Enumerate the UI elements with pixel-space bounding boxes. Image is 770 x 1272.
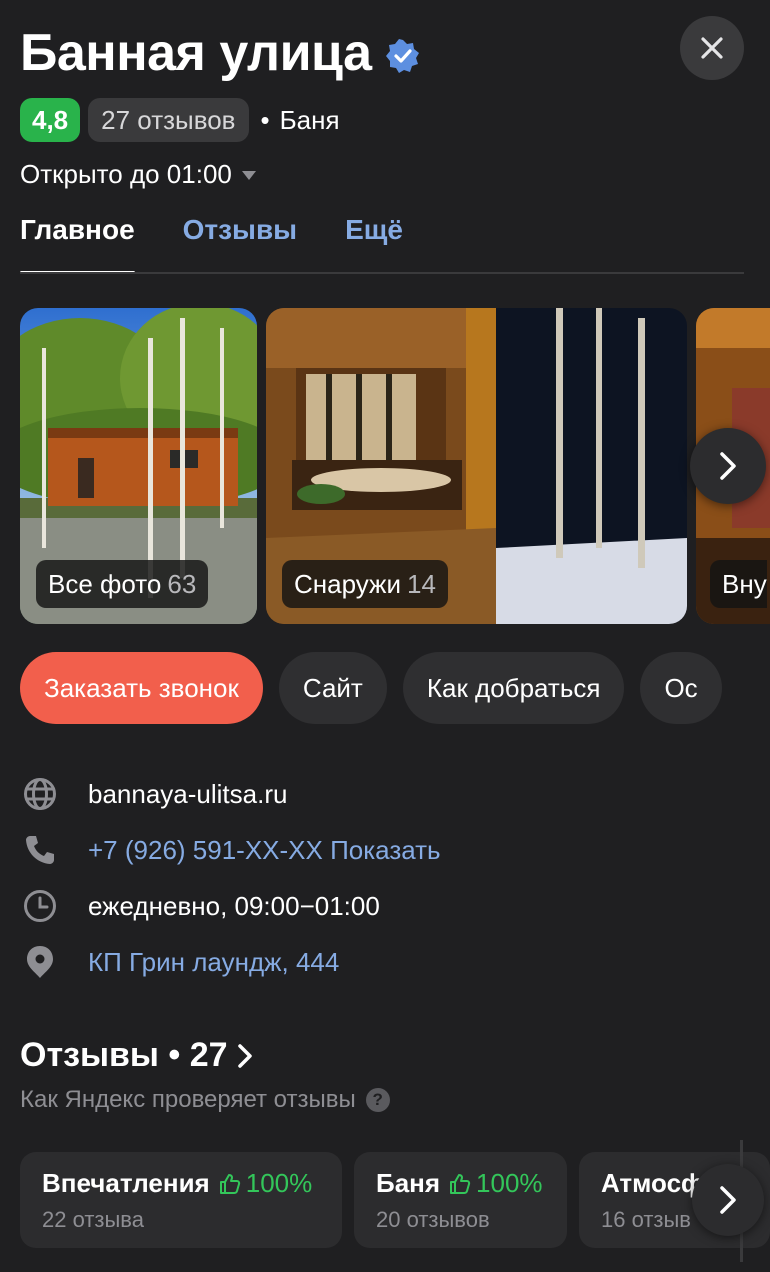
website-row[interactable]: bannaya-ulitsa.ru xyxy=(20,774,287,814)
schedule-text: ежедневно, 09:00−01:00 xyxy=(88,890,380,921)
aspect-name: Атмосф xyxy=(601,1168,704,1198)
website-button[interactable]: Сайт xyxy=(278,652,387,724)
more-action-button[interactable]: Ос xyxy=(640,652,722,724)
phone-row[interactable]: +7 (926) 591-XX-XX Показать xyxy=(20,830,441,870)
aspect-percent: 100% xyxy=(448,1168,543,1199)
photo-all[interactable]: Все фото 63 xyxy=(20,308,257,624)
chevron-right-icon xyxy=(720,452,736,480)
help-icon: ? xyxy=(365,1088,390,1112)
page-title: Банная улица xyxy=(20,24,372,82)
reviews-heading[interactable]: Отзывы • 27 xyxy=(20,1036,254,1075)
phone-text[interactable]: +7 (926) 591-XX-XX Показать xyxy=(88,835,441,866)
directions-button[interactable]: Как добраться xyxy=(402,652,625,724)
photo-outside[interactable]: Снаружи 14 xyxy=(266,308,687,624)
aspect-card[interactable]: Баня 100% 20 отзывов xyxy=(354,1152,567,1248)
tab-bar: Главное Отзывы Ещё xyxy=(20,214,451,274)
title-row: Банная улица xyxy=(20,18,420,88)
actions-scroller: Заказать звонок Сайт Как добраться Ос xyxy=(0,640,770,736)
photo-caption: Вну xyxy=(710,560,767,608)
photo-caption-label: Все фото xyxy=(48,568,162,599)
chevron-right-icon xyxy=(237,1043,252,1068)
aspect-percent-text: 100% xyxy=(245,1168,313,1198)
reviews-verification-text: Как Яндекс проверяет отзывы xyxy=(20,1086,356,1113)
aspect-name: Впечатления xyxy=(42,1168,210,1198)
photo-caption: Все фото 63 xyxy=(36,560,209,608)
reviews-verification-link[interactable]: Как Яндекс проверяет отзывы ? xyxy=(20,1086,390,1114)
photo-caption: Снаружи 14 xyxy=(282,560,448,608)
photo-caption-label: Вну xyxy=(722,568,767,599)
hours-status-text: Открыто до 01:00 xyxy=(20,158,232,189)
thumbs-up-icon xyxy=(219,1173,240,1194)
review-aspects-scroller: Впечатления 100% 22 отзыва Баня 100% 20 … xyxy=(0,1150,770,1250)
tabs-divider xyxy=(20,272,744,274)
chevron-right-icon xyxy=(720,1186,736,1214)
close-icon xyxy=(701,37,723,59)
action-buttons: Заказать звонок Сайт Как добраться Ос xyxy=(20,652,722,724)
photos-next-button[interactable] xyxy=(690,428,766,504)
rating-badge[interactable]: 4,8 xyxy=(20,98,81,142)
aspect-name: Баня xyxy=(376,1168,441,1198)
meta-row: 4,8 27 отзывов • Баня xyxy=(20,98,340,142)
hours-status[interactable]: Открыто до 01:00 xyxy=(20,156,256,192)
thumbs-up-icon xyxy=(450,1173,471,1194)
website-text[interactable]: bannaya-ulitsa.ru xyxy=(88,779,287,810)
aspect-card[interactable]: Впечатления 100% 22 отзыва xyxy=(20,1152,342,1248)
photo-caption-count: 14 xyxy=(406,568,436,599)
tab-main[interactable]: Главное xyxy=(20,214,135,274)
aspect-percent: 100% xyxy=(218,1168,313,1199)
aspect-count: 22 отзыва xyxy=(42,1207,144,1232)
aspect-count: 20 отзывов xyxy=(376,1207,490,1232)
close-button[interactable] xyxy=(680,16,744,80)
location-pin-icon xyxy=(20,942,60,982)
tab-reviews[interactable]: Отзывы xyxy=(183,214,297,274)
globe-icon xyxy=(20,774,60,814)
address-text[interactable]: КП Грин лаундж, 444 xyxy=(88,947,339,978)
photo-caption-count: 63 xyxy=(167,568,197,599)
aspects-next-button[interactable] xyxy=(692,1164,764,1236)
verified-icon xyxy=(385,39,419,73)
tab-more[interactable]: Ещё xyxy=(345,214,403,274)
address-row[interactable]: КП Грин лаундж, 444 xyxy=(20,942,339,982)
chevron-down-icon xyxy=(241,170,256,180)
photo-caption-label: Снаружи xyxy=(294,568,401,599)
clock-icon xyxy=(20,886,60,926)
schedule-row: ежедневно, 09:00−01:00 xyxy=(20,886,380,926)
reviews-heading-text: Отзывы • 27 xyxy=(20,1036,228,1074)
reviews-count-chip[interactable]: 27 отзывов xyxy=(88,98,249,142)
aspect-percent-text: 100% xyxy=(476,1168,543,1198)
phone-icon xyxy=(20,830,60,870)
category-label: Баня xyxy=(279,104,340,135)
separator-dot: • xyxy=(260,104,270,135)
request-call-button[interactable]: Заказать звонок xyxy=(20,652,263,724)
